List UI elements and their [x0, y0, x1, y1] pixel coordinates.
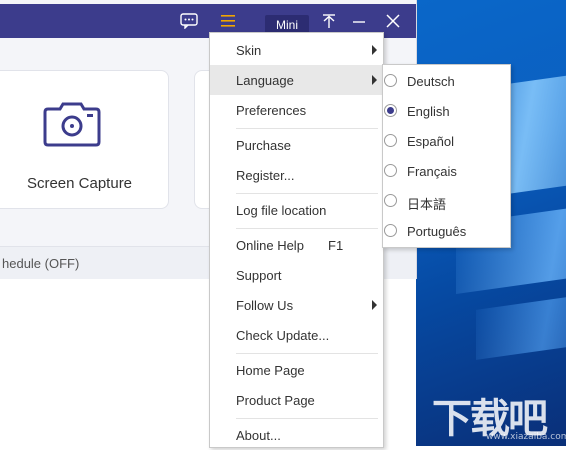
menu-separator: [236, 418, 378, 419]
menu-item-label: Product Page: [236, 392, 315, 408]
language-label: Deutsch: [407, 74, 455, 89]
menu-item-label: Preferences: [236, 102, 307, 118]
menu-item-online-help[interactable]: Online Help F1: [210, 230, 383, 260]
language-label: Português: [407, 224, 467, 239]
menu-item-label: Log file location: [236, 202, 327, 218]
menu-item-language[interactable]: Language: [210, 65, 383, 95]
menu-separator: [236, 228, 378, 229]
menu-item-purchase[interactable]: Purchase: [210, 130, 383, 160]
radio-button-selected[interactable]: [384, 104, 397, 117]
language-option-portugues[interactable]: Português: [383, 216, 510, 246]
menu-item-label: Follow Us: [236, 297, 294, 313]
menu-item-label: Support: [236, 267, 282, 283]
watermark-url: www.xiazaiba.com: [486, 432, 566, 442]
radio-button[interactable]: [384, 164, 397, 177]
menu-item-support[interactable]: Support: [210, 260, 383, 290]
menu-item-label: Home Page: [236, 362, 305, 378]
language-option-english[interactable]: English: [383, 96, 510, 126]
menu-item-product-page[interactable]: Product Page: [210, 385, 383, 415]
camera-icon: [43, 102, 101, 147]
chat-icon[interactable]: [178, 4, 200, 38]
radio-button[interactable]: [384, 194, 397, 207]
radio-button[interactable]: [384, 134, 397, 147]
language-label: Español: [407, 134, 454, 149]
shortcut-label: F1: [328, 237, 344, 253]
language-option-espanol[interactable]: Español: [383, 126, 510, 156]
menu-item-label: Skin: [236, 42, 262, 58]
language-label: Français: [407, 164, 457, 179]
chevron-right-icon: [372, 300, 377, 310]
menu-item-follow-us[interactable]: Follow Us: [210, 290, 383, 320]
language-option-deutsch[interactable]: Deutsch: [383, 66, 510, 96]
menu-item-home-page[interactable]: Home Page: [210, 355, 383, 385]
close-icon[interactable]: [382, 4, 404, 38]
language-option-francais[interactable]: Français: [383, 156, 510, 186]
menu-item-label: Check Update...: [236, 327, 330, 343]
radio-button[interactable]: [384, 224, 397, 237]
language-option-japanese[interactable]: 日本語: [383, 186, 510, 216]
chevron-right-icon: [372, 75, 377, 85]
wallpaper-light-beam: [476, 290, 566, 360]
menu-item-register[interactable]: Register...: [210, 160, 383, 190]
menu-item-label: About...: [236, 427, 281, 443]
menu-separator: [236, 193, 378, 194]
menu-item-preferences[interactable]: Preferences: [210, 95, 383, 125]
menu-separator: [236, 128, 378, 129]
chevron-right-icon: [372, 45, 377, 55]
screen-capture-card[interactable]: Screen Capture: [0, 70, 169, 209]
language-submenu: Deutsch English Español Français 日本語 Por…: [382, 64, 511, 248]
screen-capture-label: Screen Capture: [26, 175, 133, 192]
menu-item-log-file-location[interactable]: Log file location: [210, 195, 383, 225]
menu-item-label: Language: [236, 72, 294, 88]
menu-item-check-update[interactable]: Check Update...: [210, 320, 383, 350]
language-label: 日本語: [407, 197, 447, 212]
schedule-status[interactable]: hedule (OFF): [2, 256, 79, 271]
main-menu: Skin Language Preferences Purchase Regis…: [209, 32, 384, 448]
radio-button[interactable]: [384, 74, 397, 87]
menu-item-label: Online Help: [236, 237, 304, 253]
menu-separator: [236, 353, 378, 354]
language-label: English: [407, 104, 450, 119]
menu-item-skin[interactable]: Skin: [210, 35, 383, 65]
menu-item-label: Purchase: [236, 137, 291, 153]
menu-item-label: Register...: [236, 167, 295, 183]
